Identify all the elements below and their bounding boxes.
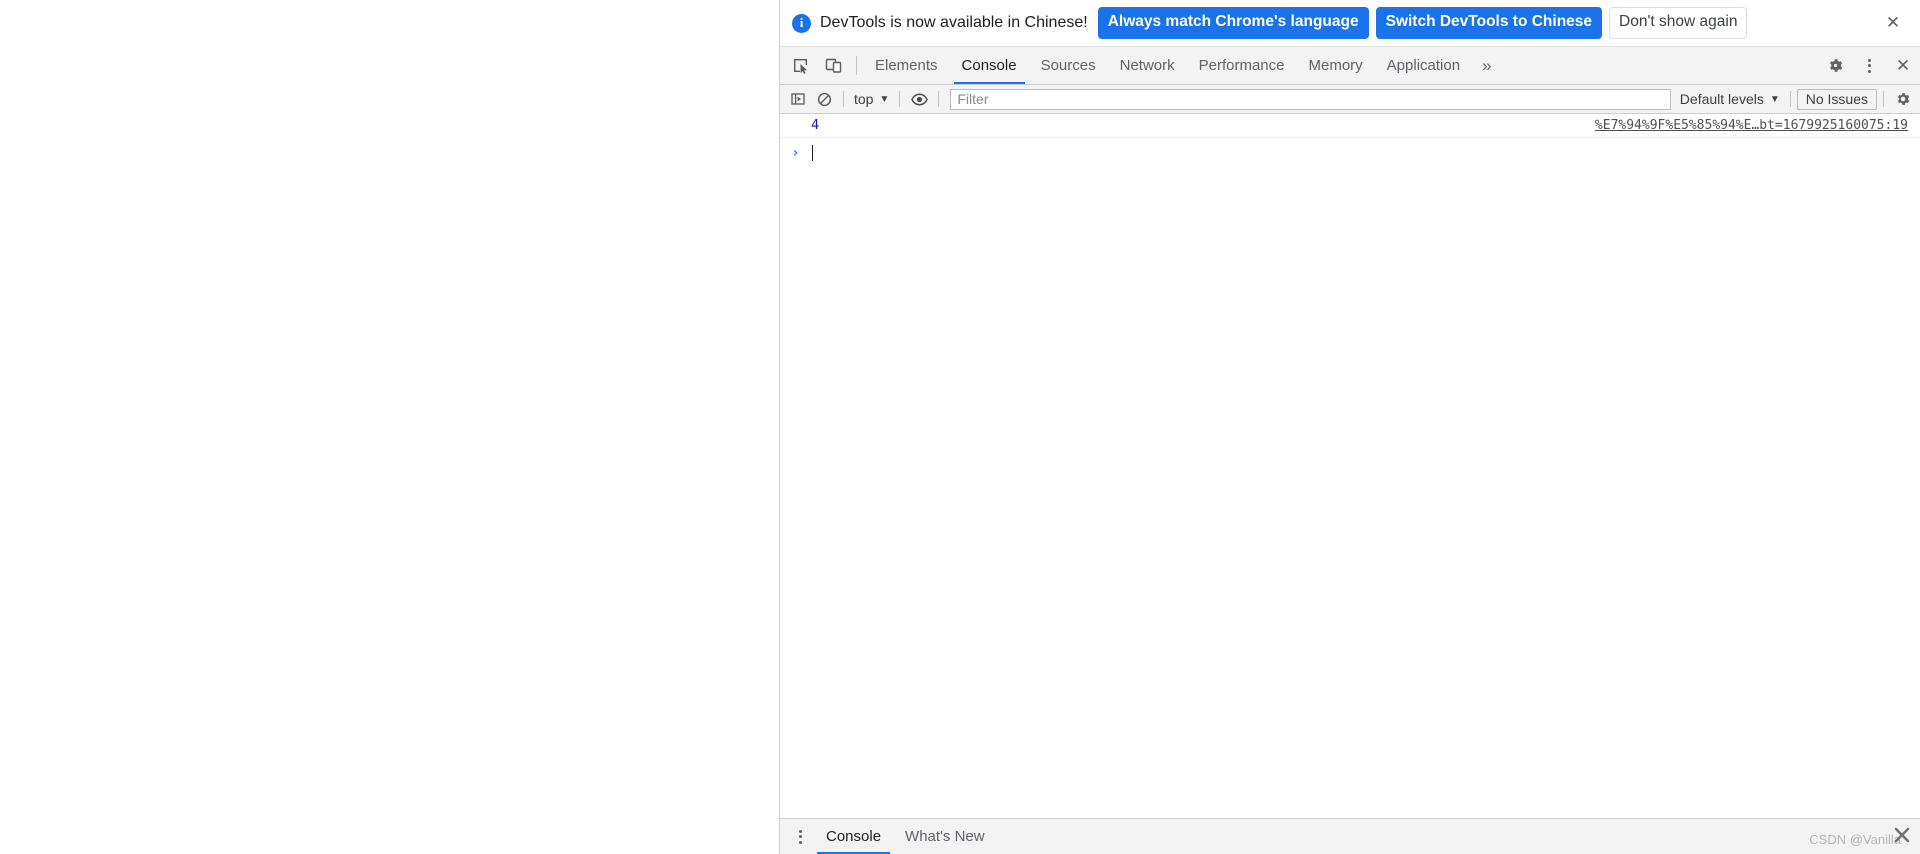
tabbar-actions: ✕ — [1805, 47, 1920, 84]
close-devtools-icon[interactable]: ✕ — [1886, 47, 1920, 84]
drawer-tab-console[interactable]: Console — [814, 819, 893, 854]
devtools-language-banner: i DevTools is now available in Chinese! … — [780, 0, 1920, 47]
log-levels-label: Default levels — [1679, 91, 1764, 107]
close-icon[interactable]: ✕ — [1880, 10, 1906, 36]
screenshot-root: i DevTools is now available in Chinese! … — [0, 0, 1920, 854]
tabbar-spacer — [1502, 47, 1805, 84]
web-page-content-area — [0, 0, 779, 854]
issues-status-badge[interactable]: No Issues — [1796, 88, 1877, 110]
devtools-drawer: Console What's New — [780, 818, 1920, 854]
chevron-down-icon: ▼ — [879, 93, 890, 105]
always-match-chrome-language-button[interactable]: Always match Chrome's language — [1097, 7, 1369, 39]
drawer-tab-label: Console — [826, 828, 882, 845]
tab-console[interactable]: Console — [950, 47, 1029, 84]
tab-memory[interactable]: Memory — [1297, 47, 1375, 84]
filter-input[interactable] — [950, 88, 1671, 110]
clear-console-icon[interactable] — [811, 87, 837, 111]
console-sidebar-icon[interactable] — [785, 87, 811, 111]
text-cursor — [812, 144, 813, 161]
info-icon: i — [792, 13, 811, 33]
execution-context-selector[interactable]: top ▼ — [850, 91, 893, 107]
console-prompt-row[interactable]: › — [780, 138, 1920, 167]
switch-devtools-to-chinese-button[interactable]: Switch DevTools to Chinese — [1375, 7, 1603, 39]
tab-label: Console — [961, 57, 1017, 74]
dont-show-again-button[interactable]: Don't show again — [1609, 7, 1748, 39]
gear-icon[interactable] — [1818, 47, 1852, 84]
console-message-row[interactable]: 4 %E7%94%9F%E5%85%94%E…bt=1679925160075:… — [780, 114, 1920, 138]
chevron-down-icon: ▼ — [1769, 93, 1780, 105]
tab-network[interactable]: Network — [1108, 47, 1187, 84]
tab-label: Sources — [1040, 57, 1096, 74]
live-expression-icon[interactable] — [906, 87, 932, 111]
toolbar-divider-4 — [1789, 91, 1791, 107]
tab-elements[interactable]: Elements — [863, 47, 950, 84]
console-source-link[interactable]: %E7%94%9F%E5%85%94%E…bt=1679925160075:19 — [1595, 116, 1908, 135]
tab-label: Application — [1386, 57, 1461, 74]
execution-context-label: top — [854, 91, 874, 107]
drawer-tab-whats-new[interactable]: What's New — [893, 819, 997, 854]
tab-label: Network — [1119, 57, 1175, 74]
row-gutter — [780, 116, 811, 117]
banner-message: DevTools is now available in Chinese! — [820, 14, 1088, 31]
tab-application[interactable]: Application — [1375, 47, 1472, 84]
toolbar-divider-1 — [843, 91, 844, 107]
tab-performance[interactable]: Performance — [1187, 47, 1297, 84]
tabbar-divider — [856, 56, 857, 75]
kebab-menu-icon[interactable] — [1852, 47, 1886, 84]
tab-label: Memory — [1308, 57, 1363, 74]
console-settings-gear-icon[interactable] — [1890, 87, 1916, 111]
tab-label: Elements — [875, 57, 938, 74]
console-output-area[interactable]: 4 %E7%94%9F%E5%85%94%E…bt=1679925160075:… — [780, 114, 1920, 818]
drawer-tab-label: What's New — [905, 828, 985, 845]
toolbar-divider-3 — [938, 91, 940, 107]
device-toolbar-icon[interactable] — [817, 47, 850, 84]
toolbar-divider-2 — [899, 91, 901, 107]
tab-label: Performance — [1198, 57, 1285, 74]
prompt-arrow-icon: › — [791, 144, 800, 161]
console-toolbar: top ▼ Default levels ▼ No Issues — [780, 85, 1920, 114]
more-tabs-icon[interactable]: » — [1472, 47, 1501, 84]
inspect-element-icon[interactable] — [784, 47, 817, 84]
devtools-tabbar: Elements Console Sources Network Perform… — [780, 47, 1920, 85]
log-levels-selector[interactable]: Default levels ▼ — [1676, 91, 1784, 107]
kebab-menu-icon[interactable] — [786, 819, 814, 854]
tab-sources[interactable]: Sources — [1029, 47, 1108, 84]
toolbar-divider-5 — [1883, 91, 1884, 107]
devtools-panel: i DevTools is now available in Chinese! … — [779, 0, 1920, 854]
console-result-value: 4 — [811, 117, 820, 133]
